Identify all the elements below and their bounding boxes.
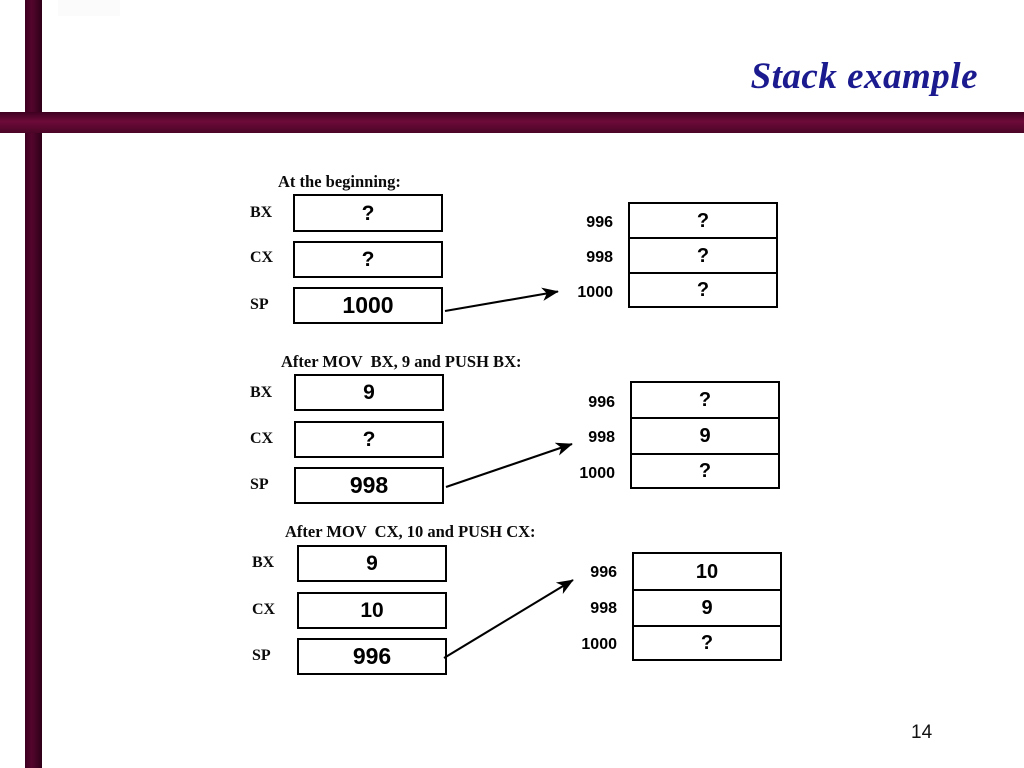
stack-cell-1000-2: ? xyxy=(632,455,778,487)
register-label-sp-1: SP xyxy=(250,296,269,313)
memory-address-996-1: 996 xyxy=(586,214,613,231)
stack-value-996-2: ? xyxy=(698,389,712,411)
register-label-bx-1: BX xyxy=(250,204,273,221)
register-value-cx-1: ? xyxy=(361,248,375,271)
register-value-cx-3: 10 xyxy=(360,599,384,622)
stack-table-2: ? 9 ? xyxy=(630,381,780,489)
block-heading-3: After MOV CX, 10 and PUSH CX: xyxy=(285,522,536,541)
register-value-cx-2: ? xyxy=(362,428,376,451)
stack-cell-996-1: ? xyxy=(630,204,776,239)
stack-value-996-1: ? xyxy=(696,209,710,232)
register-label-cx-2: CX xyxy=(250,430,274,447)
stack-value-998-3: 9 xyxy=(701,597,713,619)
register-box-sp-1: 1000 xyxy=(293,287,443,324)
slide-canvas: Stack example At the beginning: BX ? CX … xyxy=(0,0,1024,768)
memory-address-996-3: 996 xyxy=(590,564,617,581)
register-box-sp-2: 998 xyxy=(294,467,444,504)
register-label-sp-2: SP xyxy=(250,476,269,493)
memory-address-1000-2: 1000 xyxy=(579,465,615,482)
stack-value-1000-1: ? xyxy=(696,279,710,301)
corner-artifact xyxy=(58,0,120,16)
register-value-bx-1: ? xyxy=(361,201,375,225)
block-heading-2: After MOV BX, 9 and PUSH BX: xyxy=(281,352,522,371)
register-label-cx-3: CX xyxy=(252,601,276,618)
stack-value-996-3: 10 xyxy=(695,560,719,583)
register-label-sp-3: SP xyxy=(252,647,271,664)
register-value-sp-1: 1000 xyxy=(342,292,394,318)
memory-address-998-3: 998 xyxy=(590,600,617,617)
decorative-horizontal-bar xyxy=(0,112,1024,133)
register-box-cx-2: ? xyxy=(294,421,444,458)
stack-cell-998-2: 9 xyxy=(632,419,778,455)
memory-address-998-2: 998 xyxy=(588,429,615,446)
stack-value-1000-3: ? xyxy=(700,632,714,654)
stack-value-998-2: 9 xyxy=(699,425,711,447)
memory-address-1000-3: 1000 xyxy=(581,636,617,653)
block-heading-1: At the beginning: xyxy=(278,172,401,191)
register-box-cx-1: ? xyxy=(293,241,443,278)
register-value-bx-2: 9 xyxy=(363,381,375,404)
register-value-sp-3: 996 xyxy=(352,643,392,669)
register-label-bx-3: BX xyxy=(252,554,275,571)
page-title: Stack example xyxy=(750,56,978,97)
register-value-sp-2: 998 xyxy=(349,472,389,498)
register-box-bx-2: 9 xyxy=(294,374,444,411)
register-box-bx-3: 9 xyxy=(297,545,447,582)
register-box-bx-1: ? xyxy=(293,194,443,232)
register-label-bx-2: BX xyxy=(250,384,273,401)
stack-cell-998-3: 9 xyxy=(634,591,780,627)
stack-value-998-1: ? xyxy=(696,244,710,267)
stack-table-1: ? ? ? xyxy=(628,202,778,308)
stack-cell-998-1: ? xyxy=(630,239,776,274)
register-label-cx-1: CX xyxy=(250,249,274,266)
stack-cell-1000-3: ? xyxy=(634,627,780,659)
page-number: 14 xyxy=(911,722,933,743)
stack-table-3: 10 9 ? xyxy=(632,552,782,661)
register-box-sp-3: 996 xyxy=(297,638,447,675)
register-value-bx-3: 9 xyxy=(366,552,378,575)
stack-cell-996-3: 10 xyxy=(634,554,780,591)
stack-value-1000-2: ? xyxy=(698,460,712,482)
stack-cell-1000-1: ? xyxy=(630,274,776,306)
register-box-cx-3: 10 xyxy=(297,592,447,629)
memory-address-1000-1: 1000 xyxy=(577,284,613,301)
memory-address-996-2: 996 xyxy=(588,394,615,411)
stack-cell-996-2: ? xyxy=(632,383,778,419)
memory-address-998-1: 998 xyxy=(586,249,613,266)
